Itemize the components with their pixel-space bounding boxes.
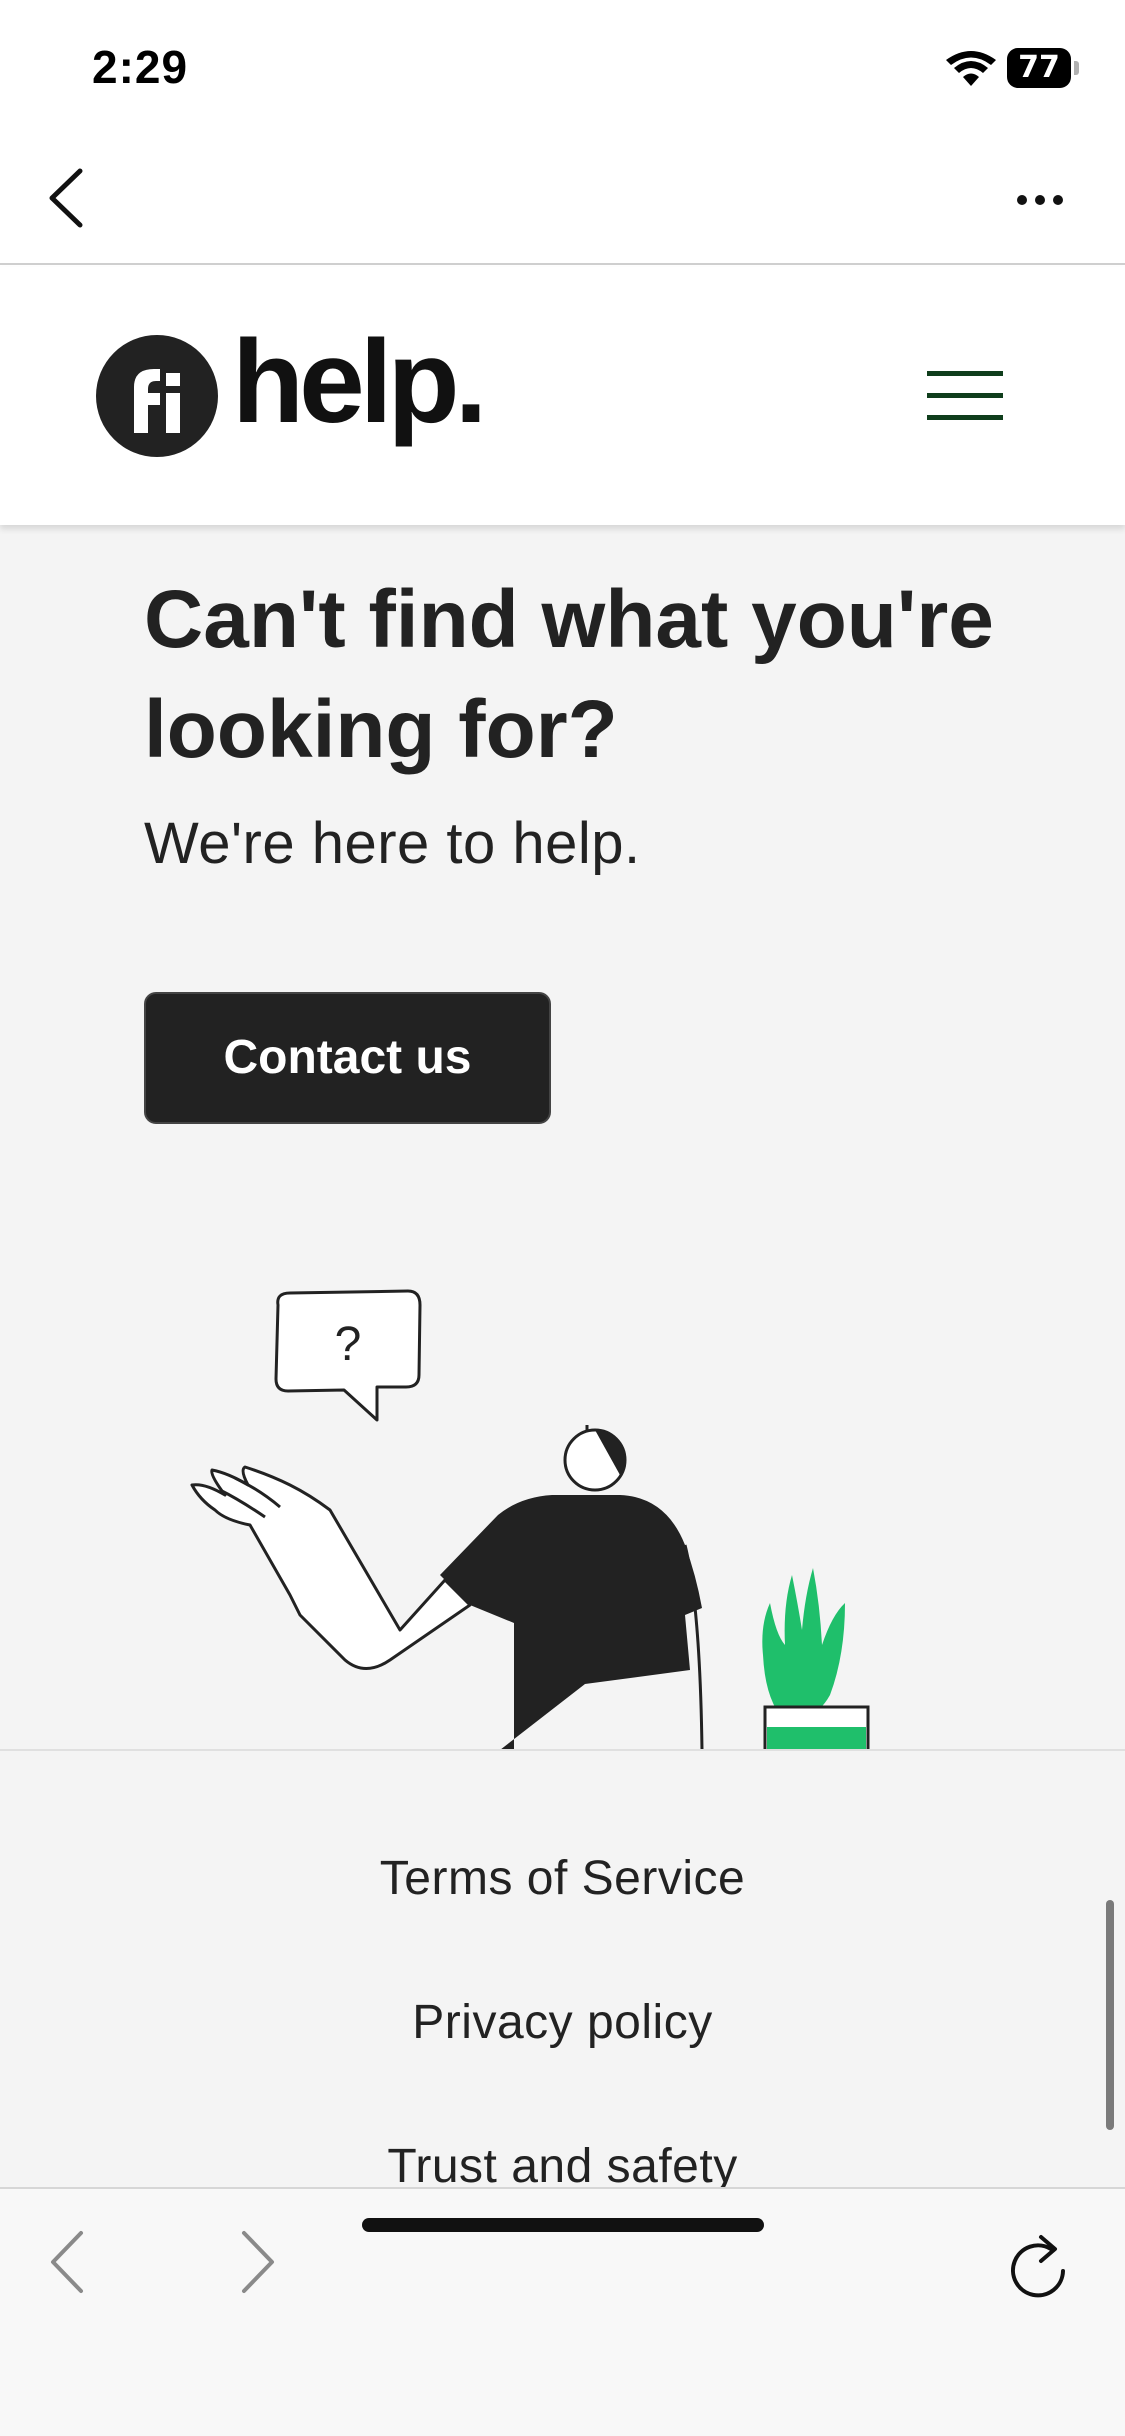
browser-back-icon[interactable] <box>45 2227 89 2297</box>
contact-us-button[interactable]: Contact us <box>144 992 551 1124</box>
footer-link-terms-of-service[interactable]: Terms of Service <box>0 1851 1125 1906</box>
reload-icon[interactable] <box>1005 2231 1075 2305</box>
footer-link-trust-and-safety[interactable]: Trust and safety <box>0 2139 1125 2187</box>
more-options-icon[interactable] <box>1010 175 1070 225</box>
fi-logo-glyph <box>134 369 180 433</box>
potted-plant-icon <box>762 1568 845 1717</box>
status-time: 2:29 <box>92 41 189 93</box>
person-head-icon <box>563 1425 627 1492</box>
page-scrollbar[interactable] <box>1106 1900 1114 2130</box>
page-subheading: We're here to help. <box>144 811 641 876</box>
hamburger-menu-icon[interactable] <box>925 367 1005 425</box>
browser-nav-bar <box>0 135 1125 265</box>
person-arm-icon <box>190 1465 472 1670</box>
footer: Terms of Service Privacy policy Trust an… <box>0 1749 1125 2187</box>
person-torso-icon <box>440 1495 702 1750</box>
page-heading: Can't find what you're looking for? <box>144 574 994 775</box>
battery-level: 77 <box>1018 50 1060 85</box>
question-mark-text: ? <box>335 1318 362 1371</box>
back-chevron-icon[interactable] <box>40 163 100 233</box>
logo-text[interactable]: help. <box>232 323 487 441</box>
wifi-icon <box>946 51 996 86</box>
fi-logo-icon[interactable] <box>96 335 218 457</box>
home-indicator[interactable] <box>362 2218 764 2232</box>
site-header: help. <box>0 267 1125 525</box>
battery-icon: 77 <box>1007 48 1079 88</box>
help-contact-section: Can't find what you're looking for? We'r… <box>0 525 1125 1750</box>
footer-link-privacy-policy[interactable]: Privacy policy <box>0 1995 1125 2050</box>
status-bar: 2:29 77 <box>0 0 1125 135</box>
question-speech-bubble-icon: ? <box>274 1289 422 1422</box>
person-question-illustration: ? <box>190 1289 870 1750</box>
browser-forward-icon[interactable] <box>236 2227 280 2297</box>
